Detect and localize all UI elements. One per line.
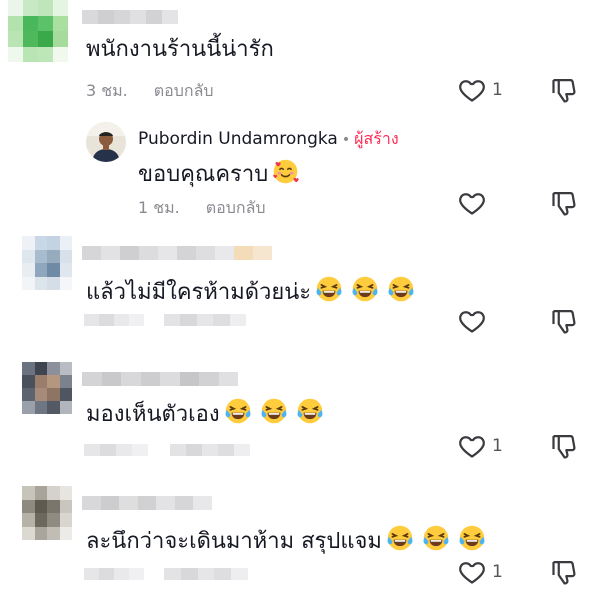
heart-outline-icon (458, 558, 486, 586)
comment-text-content: ละนึกว่าจะเดินมาห้าม สรุปแจม (86, 529, 382, 554)
comment-meta-blurred (84, 444, 148, 456)
comment-meta: 3 ชม. ตอบกลับ (86, 79, 214, 104)
heart-outline-icon (458, 307, 486, 335)
comment-text: พนักงานร้านนี้น่ารัก (86, 37, 274, 62)
avatar[interactable] (22, 362, 72, 414)
heart-outline-icon (458, 76, 486, 104)
face-with-tears-of-joy-icon (351, 275, 379, 303)
face-with-tears-of-joy-icon (296, 397, 324, 425)
thumbs-down-outline-icon[interactable] (550, 558, 578, 586)
thumbs-down-outline-icon[interactable] (550, 432, 578, 460)
reply-button-blurred[interactable] (164, 314, 246, 326)
comment-text-content: มองเห็นตัวเอง (86, 402, 220, 427)
smiling-face-with-hearts-icon (272, 158, 299, 185)
username-blurred[interactable] (82, 246, 272, 260)
face-with-tears-of-joy-icon (386, 524, 414, 552)
separator-dot: • (341, 132, 351, 148)
comment-text: มองเห็นตัวเอง (86, 397, 324, 429)
comment-text-content: ขอบคุณคราบ (138, 162, 269, 187)
comment-text: แล้วไม่มีใครห้ามด้วยน่ะ (86, 275, 415, 307)
creator-avatar-photo (86, 122, 126, 162)
heart-outline-icon (458, 189, 486, 217)
face-with-tears-of-joy-icon (422, 524, 450, 552)
thumbs-down-outline-icon[interactable] (550, 76, 578, 104)
thumbs-down-outline-icon[interactable] (550, 189, 578, 217)
comment-meta-blurred (84, 568, 144, 580)
comment-meta-blurred (84, 314, 144, 326)
face-with-tears-of-joy-icon (224, 397, 252, 425)
reply-button-blurred[interactable] (170, 444, 250, 456)
like-count: 1 (492, 80, 503, 100)
face-with-tears-of-joy-icon (260, 397, 288, 425)
like-count: 1 (492, 436, 503, 456)
comment-text-content: แล้วไม่มีใครห้ามด้วยน่ะ (86, 280, 312, 305)
username-blurred[interactable] (82, 10, 178, 24)
reply-button[interactable]: ตอบกลับ (206, 198, 266, 217)
comment-meta: 1 ชม. ตอบกลับ (138, 196, 266, 221)
heart-outline-icon (458, 432, 486, 460)
avatar[interactable] (22, 486, 72, 540)
avatar[interactable] (22, 236, 72, 290)
like-button[interactable]: 1 (458, 432, 503, 460)
face-with-tears-of-joy-icon (387, 275, 415, 303)
username-blurred[interactable] (82, 496, 212, 510)
like-button[interactable]: 1 (458, 76, 503, 104)
comment-text: ขอบคุณคราบ (138, 158, 299, 189)
reply-button-blurred[interactable] (164, 568, 248, 580)
like-button[interactable]: 1 (458, 558, 503, 586)
reply-button[interactable]: ตอบกลับ (154, 81, 214, 100)
creator-username[interactable]: Pubordin Undamrongka (138, 129, 338, 149)
comment-time: 3 ชม. (86, 81, 128, 100)
thumbs-down-outline-icon[interactable] (550, 307, 578, 335)
like-count: 1 (492, 562, 503, 582)
avatar[interactable] (8, 0, 68, 62)
comment-time: 1 ชม. (138, 198, 180, 217)
face-with-tears-of-joy-icon (458, 524, 486, 552)
like-button[interactable] (458, 307, 492, 335)
creator-badge: ผู้สร้าง (354, 129, 399, 148)
face-with-tears-of-joy-icon (315, 275, 343, 303)
avatar[interactable] (86, 122, 126, 162)
comment-text: ละนึกว่าจะเดินมาห้าม สรุปแจม (86, 524, 486, 556)
username-blurred[interactable] (82, 372, 238, 386)
creator-name-row: Pubordin Undamrongka • ผู้สร้าง (138, 127, 399, 152)
like-button[interactable] (458, 189, 492, 217)
